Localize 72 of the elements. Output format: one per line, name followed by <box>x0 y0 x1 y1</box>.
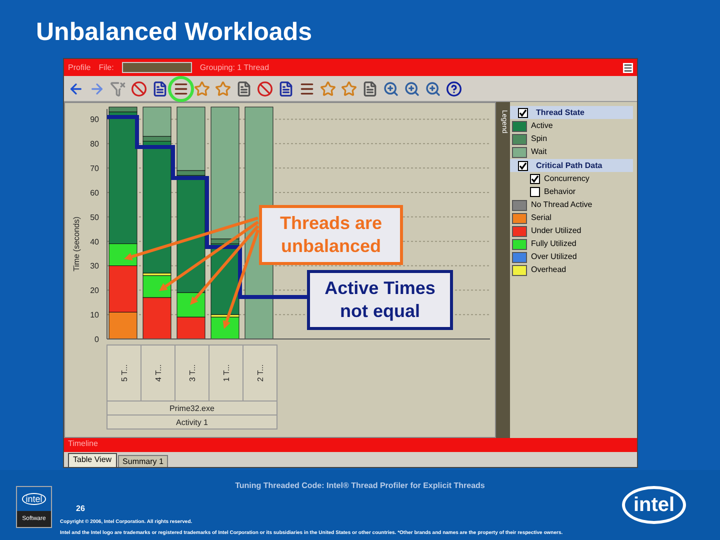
axis-tick-label: 2 T... <box>256 364 265 382</box>
document-icon[interactable] <box>236 80 252 96</box>
axis-tick-label: 1 T... <box>222 364 231 382</box>
no-entry-icon[interactable] <box>257 80 273 96</box>
no-entry-icon[interactable] <box>131 80 147 96</box>
filter-icon[interactable] <box>110 80 126 96</box>
bar <box>176 316 206 340</box>
legend-label: Active <box>531 120 553 132</box>
file-field[interactable] <box>122 62 192 73</box>
bars-icon[interactable] <box>299 80 315 96</box>
checkbox[interactable] <box>518 108 528 118</box>
checkbox[interactable] <box>518 160 528 170</box>
axis-tick-label: 70 <box>90 164 99 174</box>
axis-tick-label: 50 <box>90 212 99 222</box>
zoom-icon[interactable] <box>383 80 399 96</box>
category-header <box>174 344 210 402</box>
legend-label: Concurrency <box>544 173 590 185</box>
legend-label: Serial <box>531 212 552 224</box>
zoom-icon[interactable] <box>425 80 441 96</box>
star-icon[interactable] <box>341 80 357 96</box>
axis-tick-label: 80 <box>90 140 99 149</box>
axis-tick-label: 5 T... <box>120 364 129 382</box>
footer-title: Tuning Threaded Code: Intel® Thread Profiler for Explicit Threads <box>234 480 486 492</box>
legend-label: Under Utilized <box>531 225 582 237</box>
legend-label: Over Utilized <box>531 251 577 263</box>
category-header <box>140 344 176 402</box>
legend-label: No Thread Active <box>531 199 592 211</box>
legend-label: Behavior <box>544 186 576 198</box>
tab[interactable]: Summary 1 <box>118 455 168 467</box>
process-label: Prime32.exe <box>170 404 214 413</box>
legend-label: Overhead <box>531 264 566 276</box>
page-number: 26 <box>76 503 85 515</box>
checkbox[interactable] <box>530 174 540 184</box>
grouping-label: Grouping: 1 Thread <box>200 62 270 74</box>
axis-tick-label: 60 <box>90 188 99 198</box>
tab[interactable]: Table View <box>68 453 117 467</box>
bars-icon[interactable] <box>173 80 189 96</box>
checkbox[interactable] <box>530 187 540 197</box>
legend-label: Spin <box>531 133 548 145</box>
file-label: File: <box>98 62 114 74</box>
category-header <box>208 344 244 402</box>
axis-tick-label: 0 <box>94 335 99 344</box>
category-header <box>242 344 278 402</box>
document-icon[interactable] <box>278 80 294 96</box>
axis-title: Time (seconds) <box>72 216 81 272</box>
legend-label: Wait <box>531 146 547 158</box>
legend-section-header: Thread State <box>510 106 633 119</box>
activity-label: Activity 1 <box>176 418 208 427</box>
slide-title: Unbalanced Workloads <box>35 17 313 48</box>
callout-box: Threads are unbalanced <box>259 205 403 265</box>
axis-tick-label: 3 T... <box>188 364 197 382</box>
callout-box: Active Times not equal <box>307 270 453 330</box>
axis-tick-label: 90 <box>90 115 99 124</box>
axis-tick-label: 40 <box>90 237 99 246</box>
axis-tick-label: 10 <box>90 310 99 320</box>
axis-tick-label: 4 T... <box>154 364 163 382</box>
legend-label: Fully Utilized <box>531 238 576 250</box>
axis-tick-label: 20 <box>90 286 99 296</box>
document-icon[interactable] <box>152 80 168 96</box>
help-icon[interactable] <box>446 80 462 96</box>
timeline-bar: Timeline <box>64 438 637 452</box>
legend-section-header: Critical Path Data <box>510 159 633 172</box>
axis-tick-label: 30 <box>90 262 99 271</box>
intel-logo: intel <box>622 486 686 524</box>
category-header <box>106 344 142 402</box>
star-icon[interactable] <box>194 80 210 96</box>
profile-label: Profile <box>68 62 91 74</box>
star-icon[interactable] <box>320 80 336 96</box>
document-icon[interactable] <box>362 80 378 96</box>
menu-icon[interactable] <box>623 62 633 72</box>
zoom-icon[interactable] <box>404 80 420 96</box>
star-icon[interactable] <box>215 80 231 96</box>
